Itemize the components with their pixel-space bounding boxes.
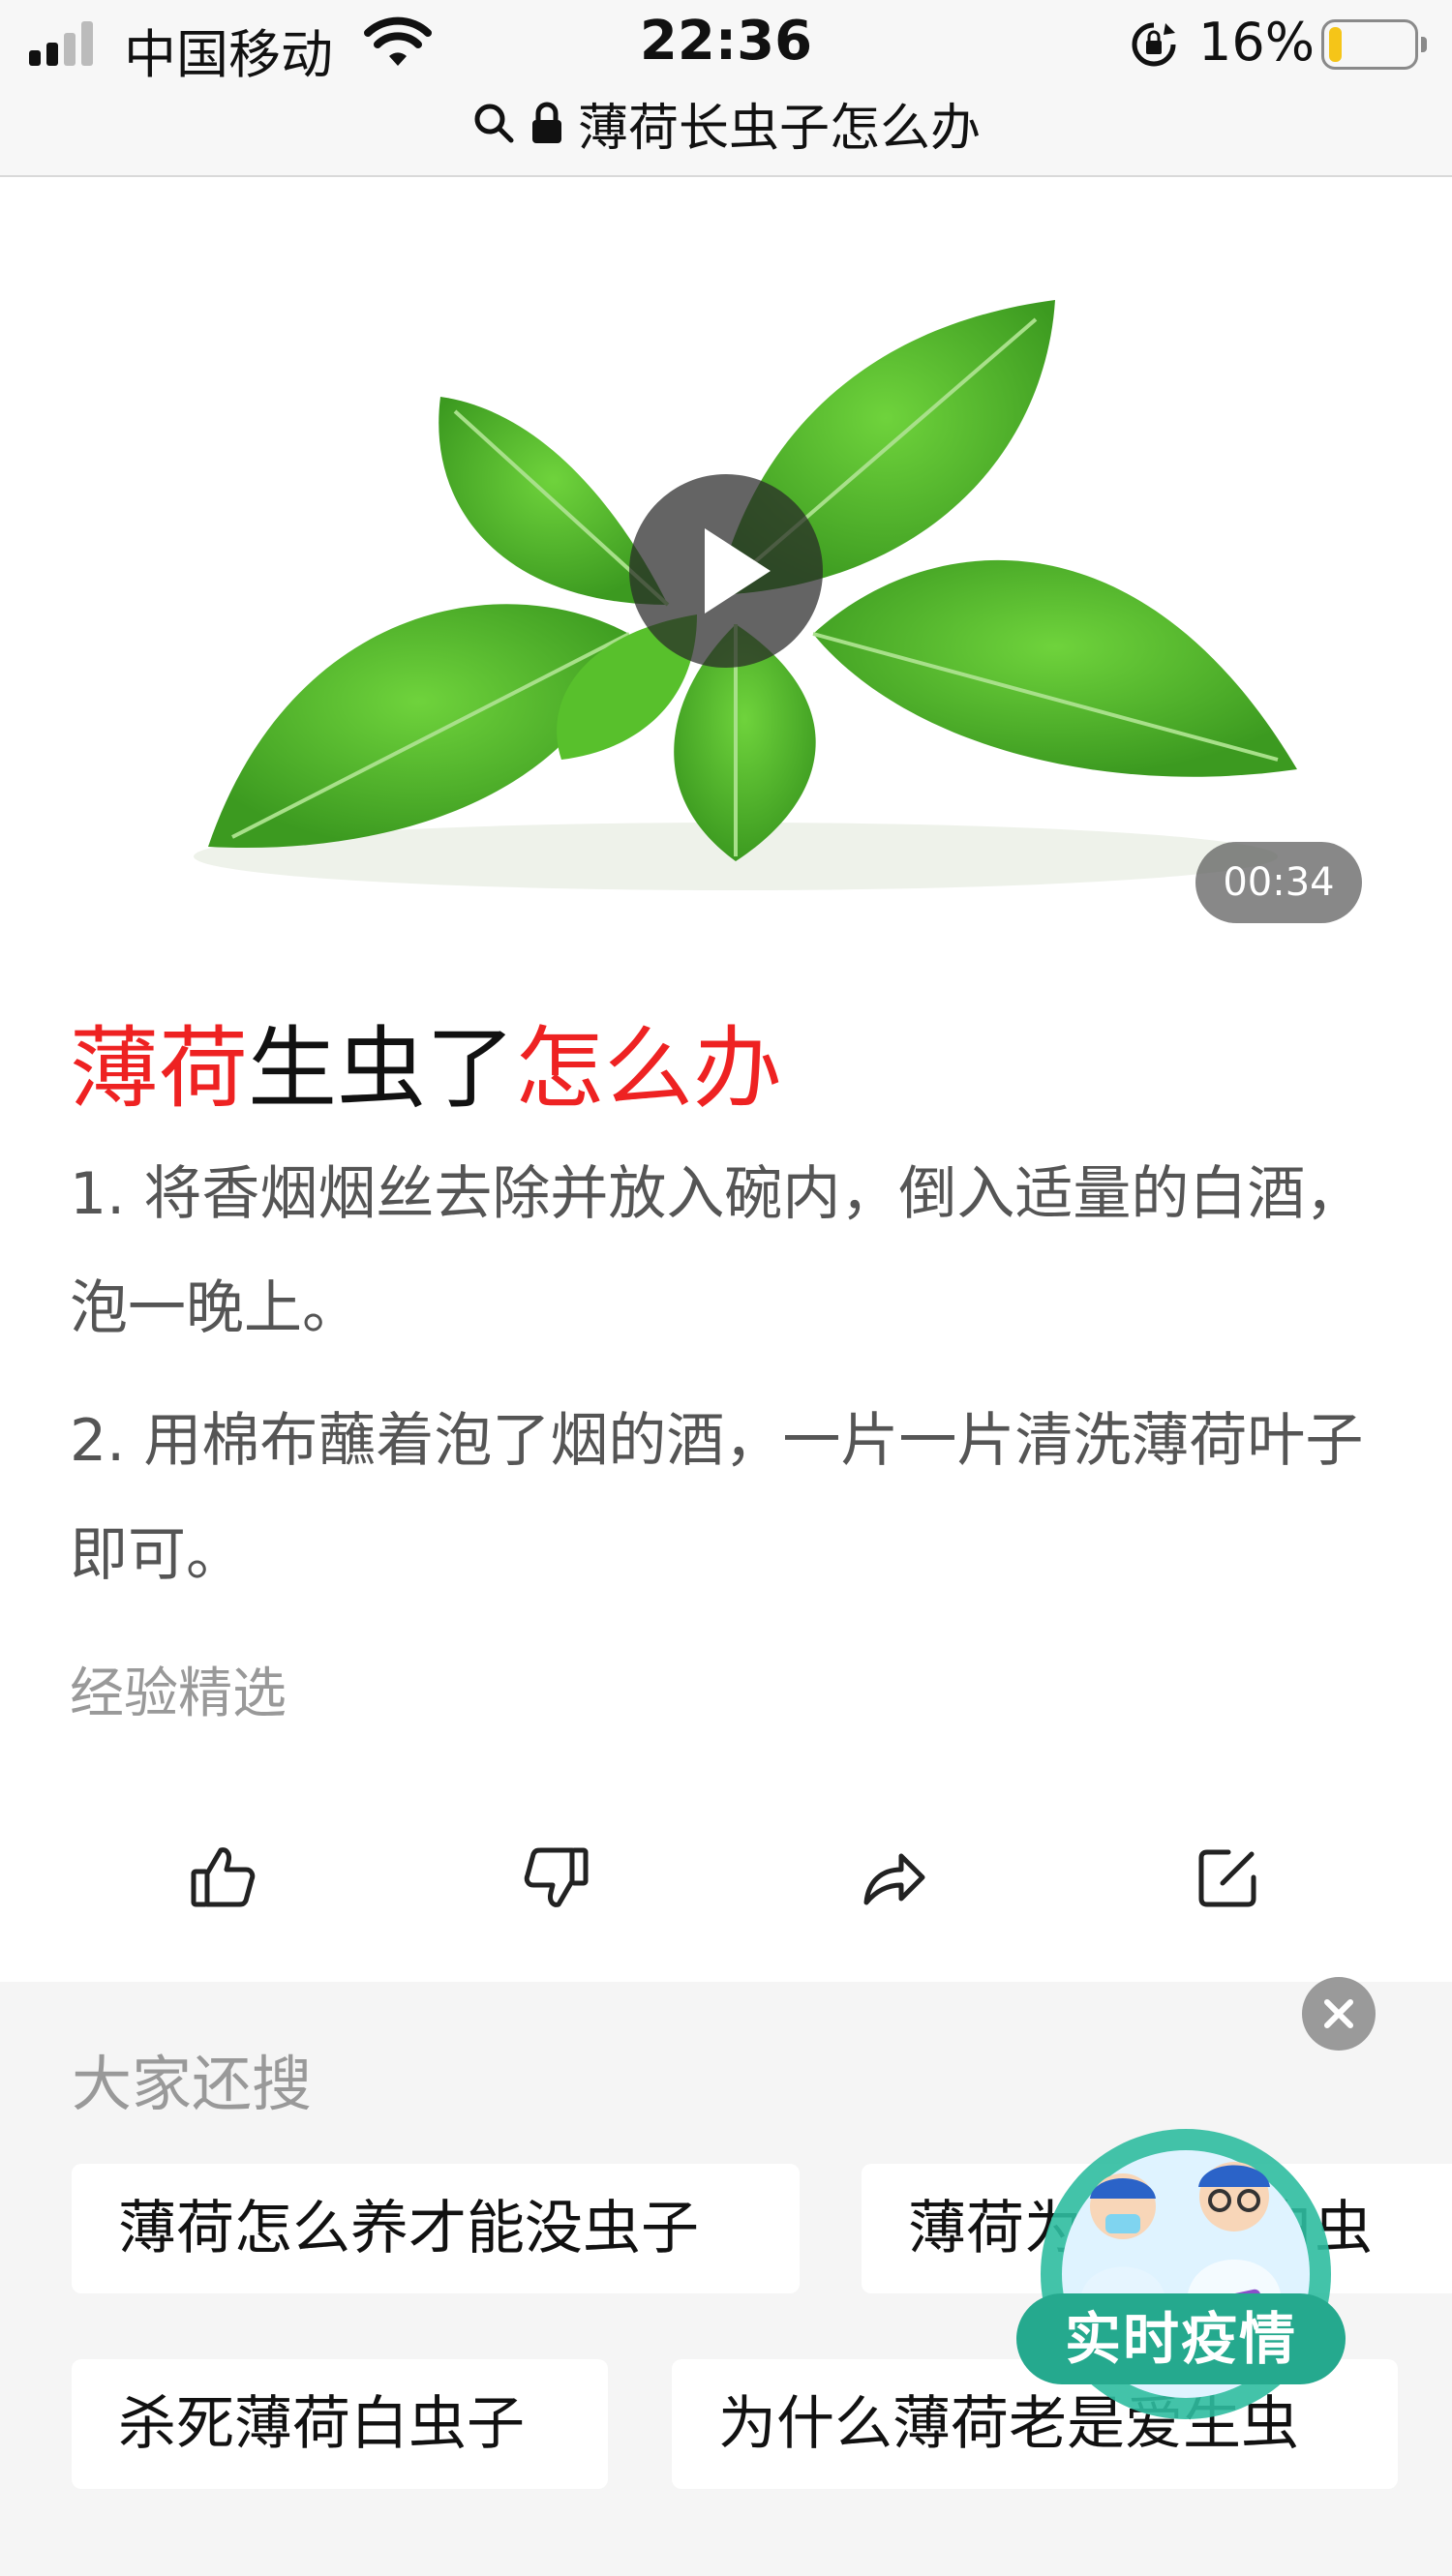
url-text: 薄荷长虫子怎么办	[577, 99, 981, 158]
badge-label: 实时疫情	[1016, 2293, 1346, 2384]
related-chip[interactable]: 杀死薄荷白虫子	[72, 2359, 608, 2489]
like-button[interactable]	[169, 1824, 276, 1931]
edit-button[interactable]	[1175, 1824, 1282, 1931]
play-button[interactable]	[629, 474, 823, 668]
battery-percent: 16%	[1198, 12, 1316, 73]
edit-icon	[1198, 1849, 1256, 1907]
title-text: 生虫了	[248, 1017, 516, 1121]
thumbs-down-icon	[524, 1847, 589, 1907]
covid-badge[interactable]: 实时疫情	[1016, 2110, 1355, 2439]
battery-icon	[1321, 19, 1427, 70]
status-bar: 中国移动 22:36 16% 薄荷长虫子怎么办	[0, 0, 1452, 177]
source-label[interactable]: 经验精选	[70, 1650, 287, 1728]
lock-icon	[531, 102, 561, 143]
related-title: 大家还搜	[72, 2049, 313, 2119]
share-icon	[863, 1853, 925, 1905]
step-1-text: 1. 将香烟烟丝去除并放入碗内，倒入适量的白酒，泡一晚上。	[70, 1160, 1364, 1342]
dislike-button[interactable]	[503, 1824, 610, 1931]
action-bar	[0, 1824, 1452, 1931]
video-duration: 00:34	[1195, 842, 1362, 923]
article-title[interactable]: 薄荷生虫了怎么办	[70, 997, 782, 1125]
step-2-text: 2. 用棉布蘸着泡了烟的酒，一片一片清洗薄荷叶子即可。	[70, 1407, 1364, 1589]
related-chip[interactable]: 薄荷怎么养才能没虫子	[72, 2164, 800, 2293]
title-highlight-2: 怎么办	[515, 1017, 783, 1121]
battery-level	[1329, 27, 1342, 62]
share-button[interactable]	[840, 1824, 947, 1931]
orientation-lock-icon	[1132, 22, 1176, 67]
search-icon	[474, 104, 514, 143]
title-highlight-1: 薄荷	[70, 1017, 249, 1121]
thumbs-up-icon	[191, 1847, 256, 1907]
video-player[interactable]: 00:34	[0, 179, 1452, 934]
close-icon[interactable]	[1302, 1977, 1376, 2051]
doctors-illustration	[1041, 2129, 1331, 2419]
url-bar[interactable]: 薄荷长虫子怎么办	[0, 89, 1452, 158]
